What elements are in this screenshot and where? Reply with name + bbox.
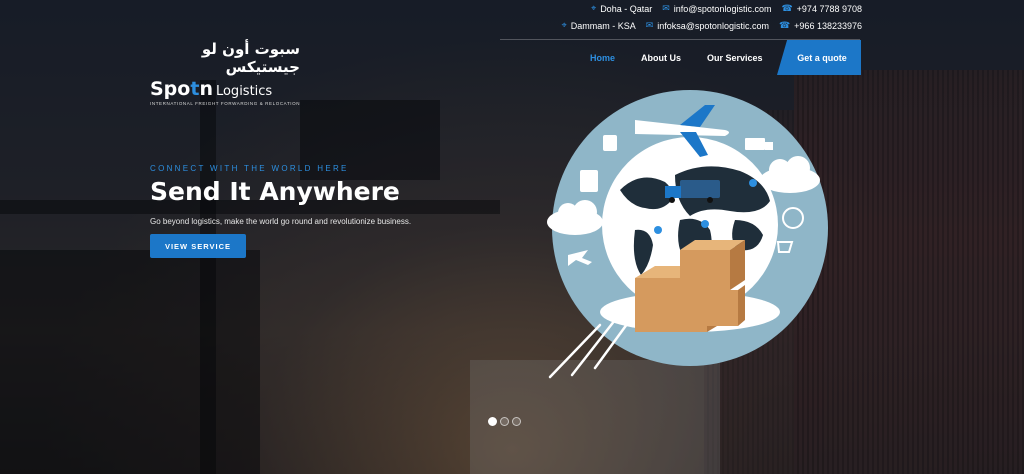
logo-arabic-text: سبوت أون لو جيستيكس [201, 40, 300, 76]
phone-link[interactable]: +966 138233976 [794, 21, 862, 31]
hero-tagline: CONNECT WITH THE WORLD HERE [150, 164, 349, 173]
email-link[interactable]: info@spotonlogistic.com [674, 4, 772, 14]
slider-pagination [488, 417, 521, 426]
contact-row: ⌖ Doha - Qatar ✉ info@spotonlogistic.com… [591, 3, 862, 14]
contact-email[interactable]: ✉ info@spotonlogistic.com [662, 3, 771, 14]
email-icon: ✉ [645, 20, 654, 30]
location-text: Dammam - KSA [570, 20, 636, 31]
logo-word-logistics: Logistics [215, 84, 273, 99]
hero-subline: Go beyond logistics, make the world go r… [150, 217, 412, 226]
shopping-bag-icon [603, 135, 617, 151]
location-text: Doha - Qatar [600, 3, 653, 14]
slider-dot[interactable] [488, 417, 497, 426]
contact-location: ⌖ Doha - Qatar [591, 3, 652, 14]
hero-headline: Send It Anywhere [150, 177, 400, 206]
logo-letter-n: n [199, 78, 213, 100]
email-icon: ✉ [662, 3, 670, 13]
nav-item-about-us[interactable]: About Us [641, 53, 681, 63]
site-logo[interactable]: سبوت أون لو جيستيكس Spotn Logistics INTER… [150, 40, 310, 106]
slider-dot[interactable] [512, 417, 521, 426]
contact-row: ⌖ Dammam - KSA ✉ infoksa@spotonlogistic.… [562, 20, 862, 31]
contact-location: ⌖ Dammam - KSA [562, 20, 636, 31]
document-icon [580, 170, 598, 192]
get-a-quote-button[interactable]: Get a quote [777, 40, 861, 75]
nav-item-home[interactable]: Home [590, 53, 615, 63]
contact-phone[interactable]: ☎ +974 7788 9708 [781, 3, 862, 14]
logo-subtitle: INTERNATIONAL FREIGHT FORWARDING & RELOC… [150, 101, 301, 106]
main-nav: Home About Us Our Services [590, 40, 789, 75]
email-link[interactable]: infoksa@spotonlogistic.com [657, 21, 769, 31]
logo-wordmark: Spotn Logistics [150, 78, 310, 100]
slider-dot[interactable] [500, 417, 509, 426]
contact-phone[interactable]: ☎ +966 138233976 [779, 20, 862, 31]
location-pin-icon: ⌖ [561, 20, 567, 30]
view-service-button[interactable]: VIEW SERVICE [150, 234, 246, 258]
location-pin-icon: ⌖ [591, 3, 597, 13]
phone-link[interactable]: +974 7788 9708 [797, 4, 862, 14]
globe-illustration [547, 90, 828, 379]
contact-email[interactable]: ✉ infoksa@spotonlogistic.com [646, 20, 769, 31]
nav-item-our-services[interactable]: Our Services [707, 53, 763, 63]
logo-word-spo: Spo [150, 78, 191, 100]
phone-icon: ☎ [781, 3, 793, 13]
phone-icon: ☎ [778, 20, 791, 30]
